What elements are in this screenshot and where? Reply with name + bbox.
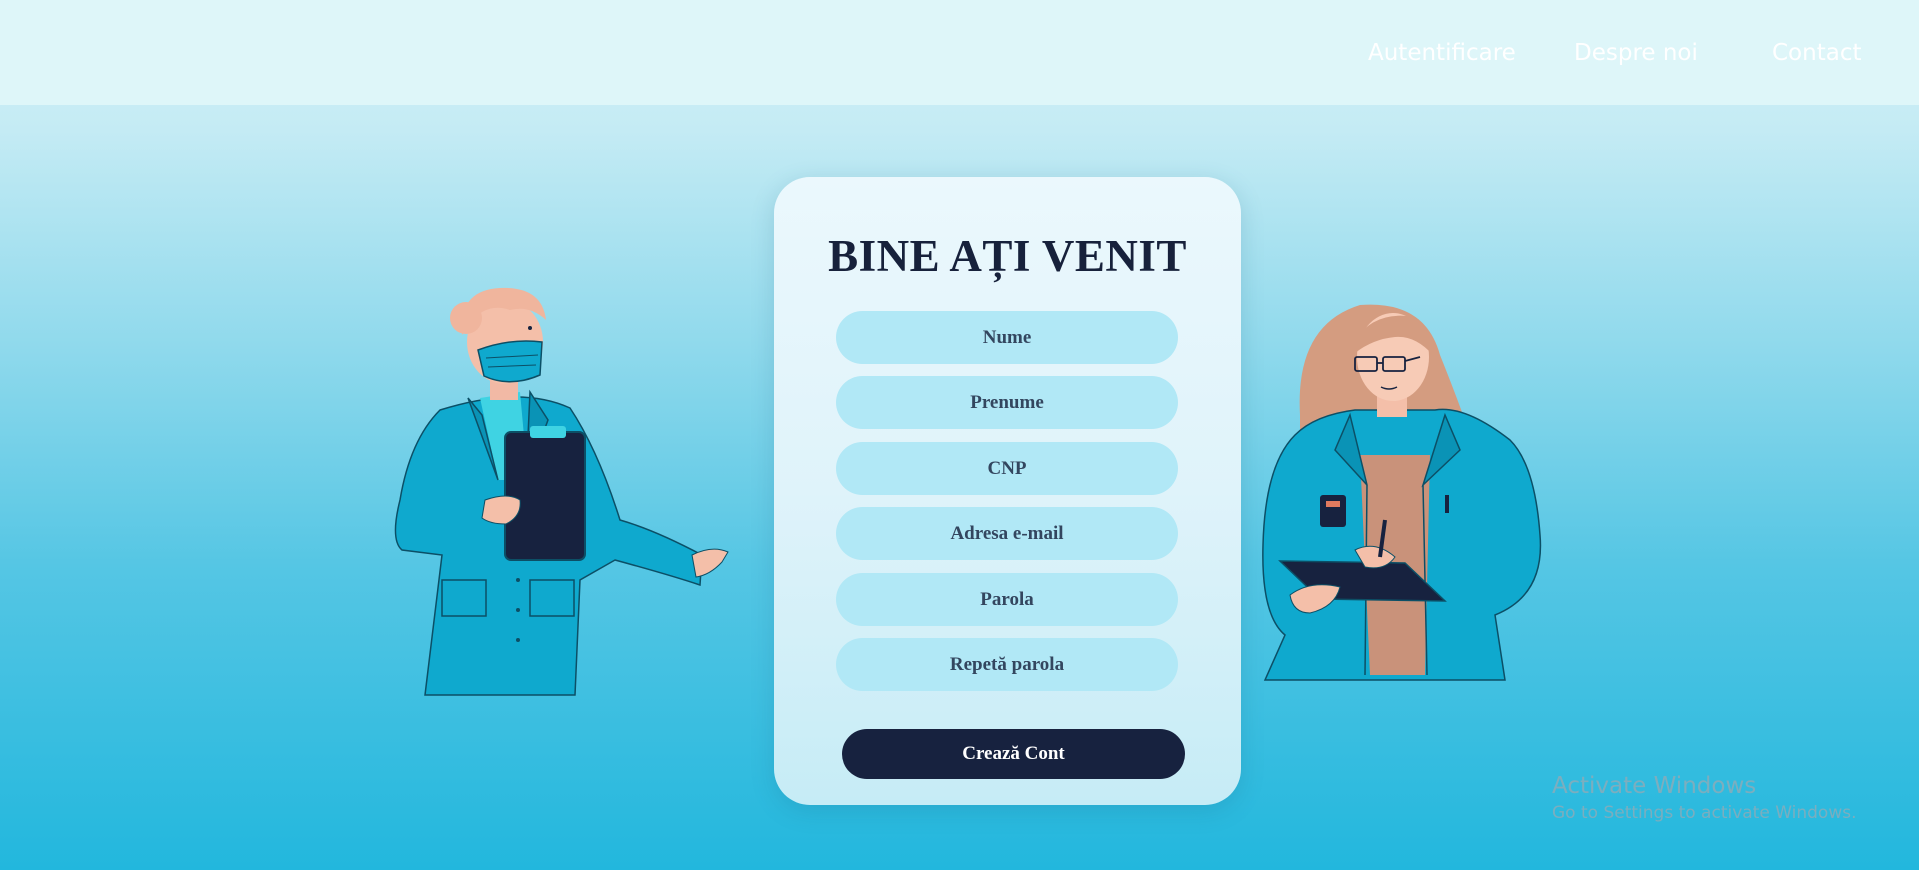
cnp-input[interactable] — [836, 442, 1178, 495]
prenume-input[interactable] — [836, 376, 1178, 429]
doctor-with-clipboard-illustration — [394, 287, 729, 696]
top-nav-bar: Autentificare Despre noi Contact — [0, 0, 1919, 105]
email-input[interactable] — [836, 507, 1178, 560]
create-account-button[interactable]: Crează Cont — [842, 729, 1185, 779]
welcome-title: BINE AȚI VENIT — [828, 231, 1187, 281]
nav-link-contact[interactable]: Contact — [1772, 40, 1861, 66]
registration-card: BINE AȚI VENIT Crează Cont — [774, 177, 1241, 805]
watermark-title: Activate Windows — [1552, 773, 1757, 799]
activate-windows-watermark: Activate Windows Go to Settings to activ… — [1552, 771, 1857, 825]
nav-link-despre-noi[interactable]: Despre noi — [1574, 40, 1698, 66]
nav-link-autentificare[interactable]: Autentificare — [1368, 40, 1516, 66]
watermark-subtitle: Go to Settings to activate Windows. — [1552, 803, 1857, 823]
nurse-writing-illustration — [1262, 304, 1542, 681]
password-input[interactable] — [836, 573, 1178, 626]
nume-input[interactable] — [836, 311, 1178, 364]
repeat-password-input[interactable] — [836, 638, 1178, 691]
